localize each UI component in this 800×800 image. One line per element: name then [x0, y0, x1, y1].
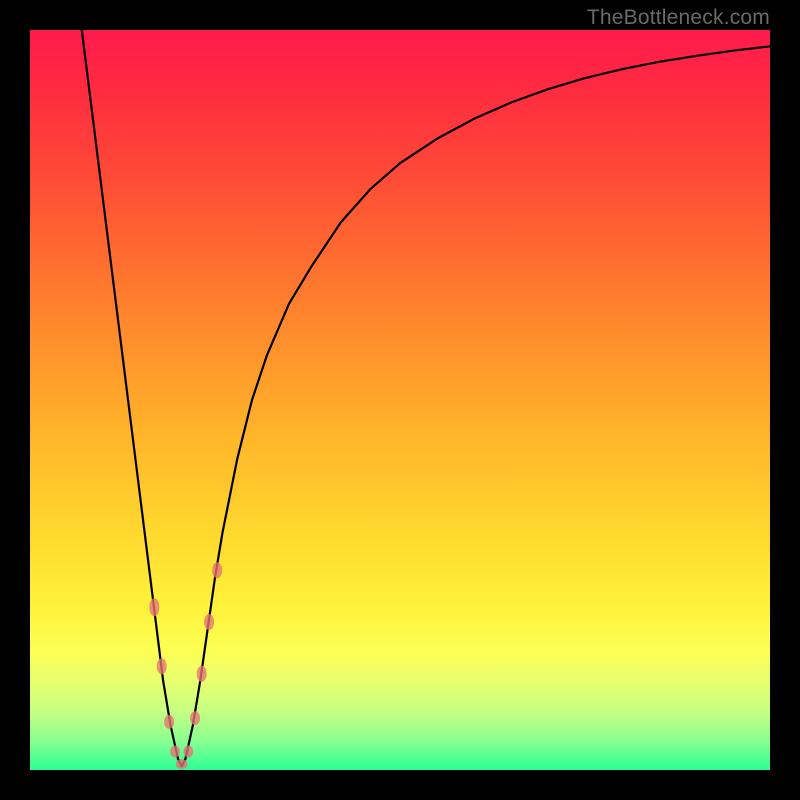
data-marker — [170, 746, 180, 758]
data-marker — [204, 614, 214, 630]
data-marker — [197, 666, 207, 682]
data-marker — [176, 759, 188, 769]
data-marker — [149, 598, 159, 616]
data-marker — [190, 711, 200, 725]
data-marker — [183, 746, 193, 758]
data-marker — [212, 562, 222, 578]
chart-frame: TheBottleneck.com — [0, 0, 800, 800]
chart-svg — [0, 0, 800, 800]
data-marker — [157, 658, 167, 674]
bottleneck-curve — [82, 30, 770, 766]
data-marker — [164, 715, 174, 729]
